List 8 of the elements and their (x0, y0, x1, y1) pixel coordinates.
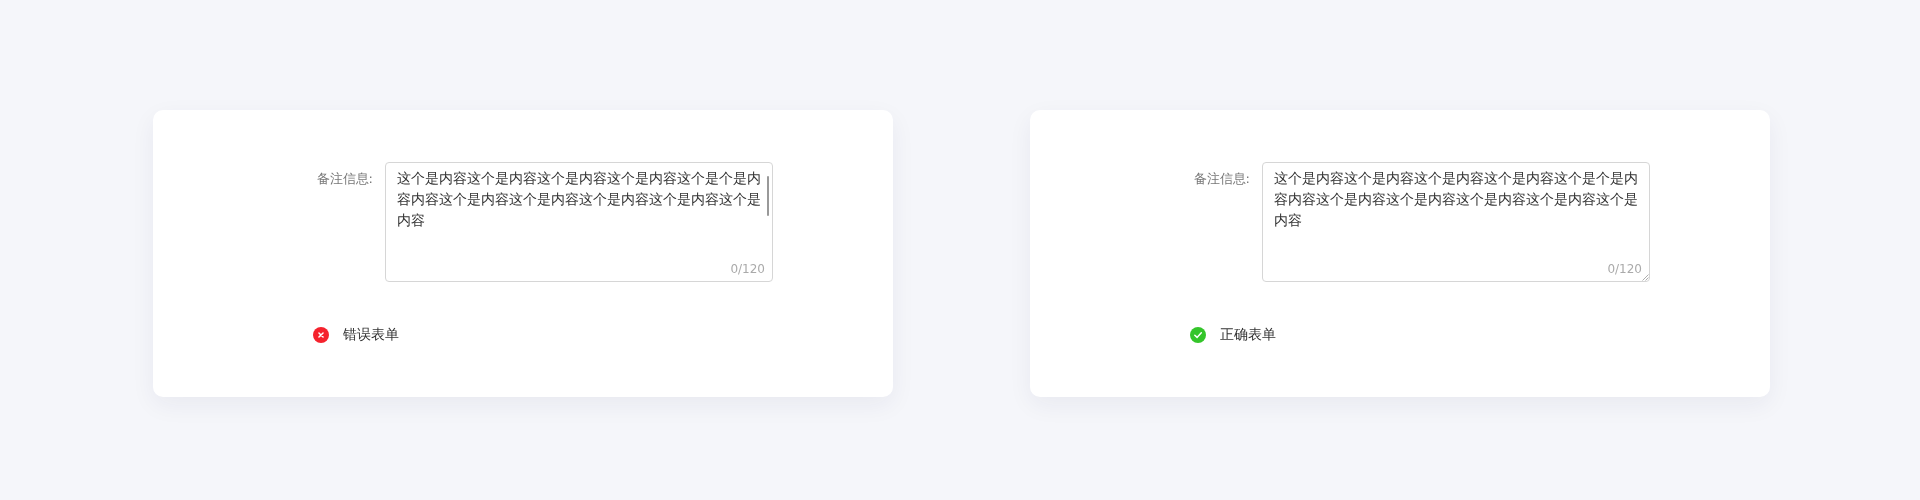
resize-handle-icon[interactable] (1642, 274, 1649, 281)
status-text: 错误表单 (343, 326, 399, 344)
field-label: 备注信息: (1192, 170, 1250, 188)
status-text: 正确表单 (1220, 326, 1276, 344)
character-counter: 0/120 (1607, 262, 1642, 276)
scrollbar[interactable] (767, 176, 769, 216)
character-counter: 0/120 (730, 262, 765, 276)
field-label: 备注信息: (315, 170, 373, 188)
